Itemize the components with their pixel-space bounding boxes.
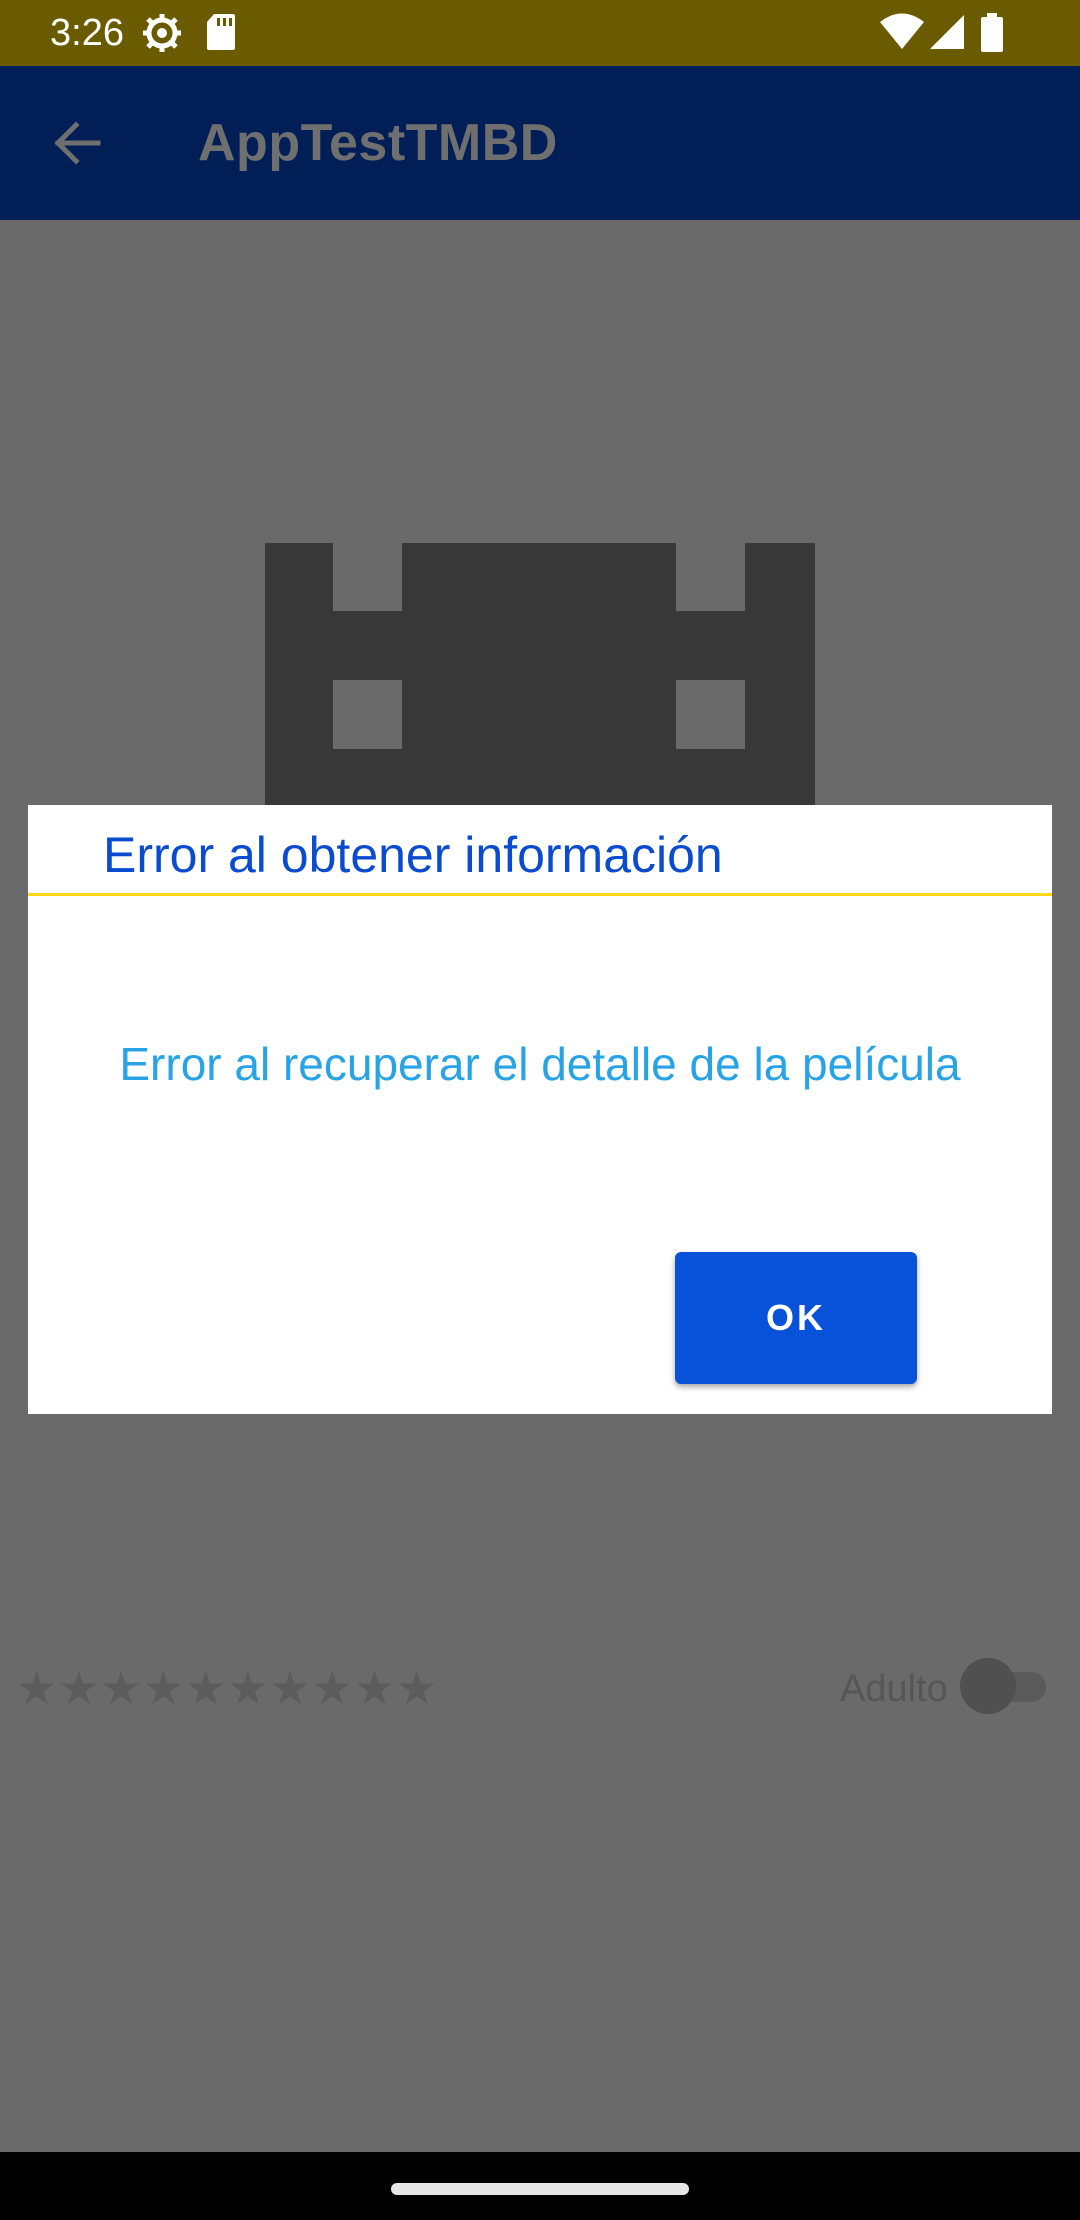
adult-label: Adulto: [840, 1668, 948, 1710]
settings-icon: [142, 13, 182, 58]
ok-button[interactable]: OK: [675, 1252, 917, 1384]
app-bar: AppTestTMBD: [0, 66, 1080, 220]
adult-switch-thumb[interactable]: [960, 1658, 1016, 1714]
error-dialog: Error al obtener información Error al re…: [28, 805, 1052, 1414]
home-indicator[interactable]: [391, 2183, 689, 2195]
wifi-icon: [880, 13, 924, 56]
dialog-message: Error al recuperar el detalle de la pelí…: [119, 1038, 961, 1090]
rating-bar[interactable]: ★★★★★★★★★★: [16, 1660, 526, 1716]
battery-icon: [980, 13, 1004, 58]
navigation-bar: [0, 2152, 1080, 2220]
dialog-title: Error al obtener información: [103, 827, 723, 883]
app-title: AppTestTMBD: [198, 114, 558, 172]
signal-icon: [928, 13, 966, 56]
dialog-divider: [28, 893, 1052, 896]
sd-card-icon: [206, 13, 236, 56]
status-time: 3:26: [50, 12, 124, 54]
status-bar: 3:26: [0, 0, 1080, 66]
arrow-left-icon[interactable]: [50, 117, 102, 169]
